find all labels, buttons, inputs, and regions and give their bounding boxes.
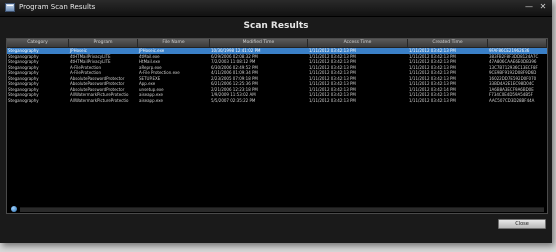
close-button[interactable]: Close	[498, 219, 546, 229]
app-window-icon	[5, 3, 15, 12]
cell-hash: AAC507CD3D28BF44A	[489, 97, 535, 103]
cell-program: AllWatermarkPictureProtectio	[70, 97, 129, 103]
cell-file-name: aiseapp.exe	[139, 97, 164, 103]
program-scan-results-window: Program Scan Results — ✕ Scan Results Ca…	[0, 0, 552, 243]
cell-category: Steganography	[8, 97, 39, 103]
table-body: Steganography JPHoseic JPHoseic.exe 10/30/1…	[7, 48, 547, 103]
page-title: Scan Results	[243, 21, 309, 31]
table-header: Category Program File Name Modified Time…	[7, 39, 547, 48]
cell-created-time: 1/11/2012 03:42:13 PM	[409, 97, 456, 103]
column-header-program[interactable]: Program	[69, 39, 138, 47]
column-header-access-time[interactable]: Access Time	[308, 39, 408, 47]
close-window-icon[interactable]: ✕	[537, 2, 549, 12]
window-title: Program Scan Results	[19, 3, 96, 11]
column-header-modified-time[interactable]: Modified Time	[210, 39, 308, 47]
status-globe-icon	[11, 206, 17, 212]
column-header-hash[interactable]	[488, 39, 547, 47]
column-header-category[interactable]: Category	[7, 39, 69, 47]
horizontal-scrollbar[interactable]	[20, 207, 544, 212]
minimize-icon[interactable]: —	[523, 2, 535, 12]
cell-modified-time: 5/5/2007 02:35:22 PM	[211, 97, 256, 103]
column-header-file-name[interactable]: File Name	[138, 39, 210, 47]
title-bar[interactable]: Program Scan Results — ✕	[0, 0, 552, 17]
results-table: Category Program File Name Modified Time…	[6, 38, 548, 214]
table-row[interactable]: Steganography AllWatermarkPictureProtecti…	[7, 98, 547, 104]
column-header-created-time[interactable]: Created Time	[408, 39, 488, 47]
cell-access-time: 1/11/2012 03:42:13 PM	[309, 97, 356, 103]
